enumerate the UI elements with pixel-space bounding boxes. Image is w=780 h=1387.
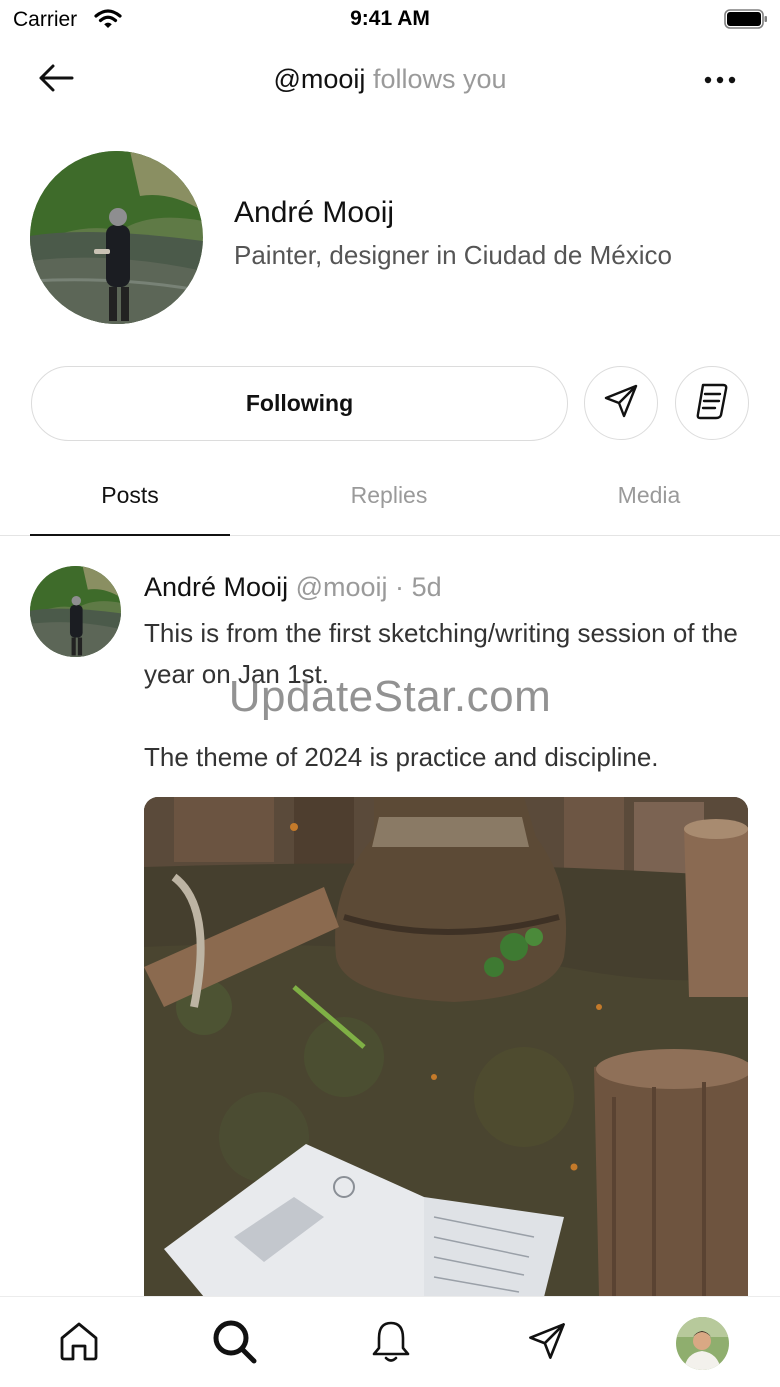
nav-messages[interactable]: [523, 1319, 571, 1367]
more-icon: [704, 71, 736, 89]
profile-bio: Painter, designer in Ciudad de México: [234, 240, 672, 270]
post-author-handle: @mooij: [295, 572, 388, 602]
tab-replies[interactable]: Replies: [289, 482, 489, 509]
home-icon: [57, 1319, 101, 1368]
following-button[interactable]: Following: [31, 366, 568, 441]
profile-name: André Mooij: [234, 196, 395, 229]
send-icon: [526, 1320, 568, 1367]
nav-profile-avatar[interactable]: [676, 1317, 729, 1370]
header-title: @mooij follows you: [0, 64, 780, 95]
status-time: 9:41 AM: [350, 7, 430, 30]
notes-button[interactable]: [675, 366, 749, 440]
post-image[interactable]: [144, 797, 748, 1297]
tab-media[interactable]: Media: [549, 482, 749, 509]
header: @mooij follows you: [0, 50, 780, 110]
tab-posts[interactable]: Posts: [30, 482, 230, 509]
bell-icon: [369, 1318, 413, 1369]
bottom-nav: [0, 1296, 780, 1387]
profile-tabs: Posts Replies Media: [0, 466, 780, 536]
profile-avatar[interactable]: [30, 151, 203, 324]
post-author-name[interactable]: André Mooij: [144, 572, 288, 602]
nav-search[interactable]: [210, 1319, 258, 1367]
nav-notifications[interactable]: [367, 1319, 415, 1367]
message-button[interactable]: [584, 366, 658, 440]
post-author-avatar[interactable]: [30, 566, 121, 657]
search-icon: [210, 1317, 258, 1370]
post-paragraph: This is from the first sketching/writing…: [144, 618, 738, 689]
more-button[interactable]: [700, 62, 740, 98]
post-meta-separator: ·: [395, 572, 405, 602]
notes-icon: [694, 382, 730, 425]
post-paragraph: The theme of 2024 is practice and discip…: [144, 742, 659, 772]
post-body: This is from the first sketching/writing…: [144, 613, 754, 778]
send-icon: [602, 382, 640, 425]
nav-home[interactable]: [55, 1319, 103, 1367]
active-tab-indicator: [30, 534, 230, 536]
header-relation: follows you: [372, 64, 507, 94]
header-handle: @mooij: [273, 64, 366, 94]
battery-icon: [724, 9, 768, 29]
status-bar: Carrier 9:41 AM: [0, 0, 780, 40]
post-age: 5d: [411, 572, 442, 602]
post-meta: André Mooij @mooij · 5d: [144, 572, 442, 603]
